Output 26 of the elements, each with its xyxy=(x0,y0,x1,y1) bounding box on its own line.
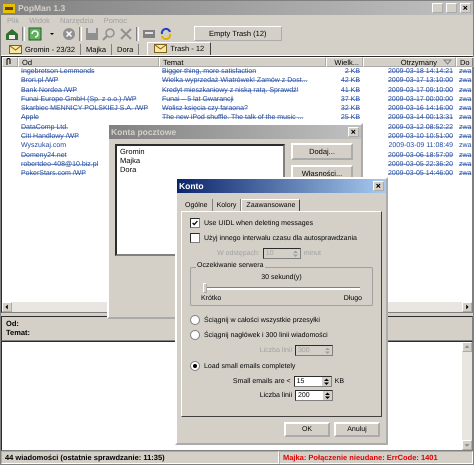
search-icon[interactable] xyxy=(102,26,116,40)
scroll-up-icon[interactable] xyxy=(462,342,472,352)
radio-button[interactable] xyxy=(190,330,200,340)
app-icon xyxy=(3,4,15,12)
radio-button[interactable] xyxy=(190,315,200,325)
close-icon[interactable] xyxy=(373,181,384,191)
delete-icon[interactable] xyxy=(119,26,133,40)
scroll-down-icon[interactable] xyxy=(462,440,472,450)
radio-button[interactable] xyxy=(190,361,200,371)
slider-thumb[interactable] xyxy=(203,283,207,293)
sync-icon[interactable] xyxy=(159,26,173,40)
sort-icon xyxy=(443,59,452,65)
spin-arrows-icon[interactable] xyxy=(323,391,332,400)
scroll-left-icon[interactable] xyxy=(2,302,12,312)
checkbox[interactable] xyxy=(190,218,200,228)
stop-icon[interactable] xyxy=(62,26,76,40)
mailbox-icon[interactable] xyxy=(5,26,19,40)
attachment-icon[interactable] xyxy=(6,58,11,66)
save-icon[interactable] xyxy=(85,26,99,40)
window-title: PopMan 1.3 xyxy=(18,3,66,13)
spin-arrows-icon[interactable] xyxy=(322,377,331,386)
scroll-right-icon[interactable] xyxy=(462,302,472,312)
dialog-title: Konta pocztowe xyxy=(111,127,178,137)
checkbox[interactable] xyxy=(190,233,200,243)
refresh-icon[interactable] xyxy=(28,26,42,40)
dialog-title: Konto xyxy=(179,181,205,191)
